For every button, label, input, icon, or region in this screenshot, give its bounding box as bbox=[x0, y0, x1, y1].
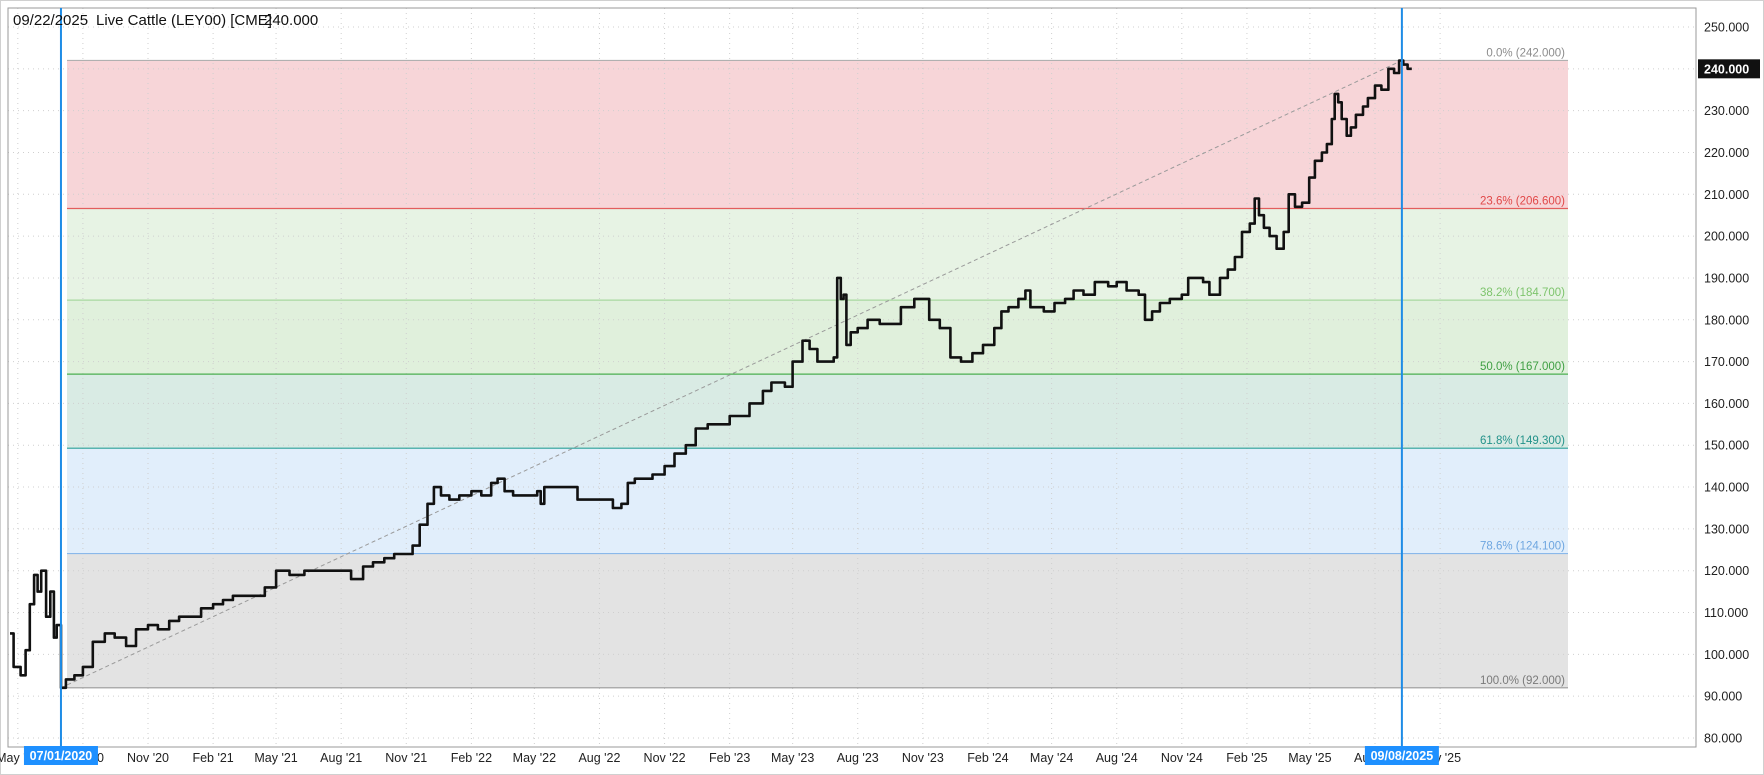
y-tick-label-10: 150.000 bbox=[1704, 439, 1749, 453]
fib-label-3: 50.0% (167.000) bbox=[1480, 361, 1565, 373]
fib-zone-0 bbox=[67, 60, 1568, 209]
y-tick-label-13: 120.000 bbox=[1704, 564, 1749, 578]
y-tick-label-5: 200.000 bbox=[1704, 230, 1749, 244]
x-tick-label-7: Feb '22 bbox=[451, 751, 492, 765]
y-tick-label-15: 100.000 bbox=[1704, 648, 1749, 662]
last-price-label: 240.000 bbox=[1704, 62, 1749, 76]
x-tick-label-8: May '22 bbox=[513, 751, 556, 765]
y-tick-label-8: 170.000 bbox=[1704, 355, 1749, 369]
y-tick-label-0: 250.000 bbox=[1704, 21, 1749, 35]
x-tick-label-15: Feb '24 bbox=[967, 751, 1008, 765]
fib-label-5: 78.6% (124.100) bbox=[1480, 541, 1565, 553]
header-symbol: Live Cattle (LEY00) [CME] bbox=[96, 12, 272, 29]
header-date: 09/22/2025 bbox=[13, 12, 88, 29]
x-tick-label-20: May '25 bbox=[1288, 751, 1331, 765]
x-tick-label-14: Nov '23 bbox=[902, 751, 944, 765]
header-last-value: 240.000 bbox=[264, 12, 318, 29]
x-tick-label-17: Aug '24 bbox=[1096, 751, 1138, 765]
live-cattle-chart[interactable]: 0.0% (242.000) 23.6% (206.600) 38.2% (184.… bbox=[0, 0, 1764, 775]
fib-zone-2 bbox=[67, 300, 1568, 375]
x-tick-label-4: May '21 bbox=[254, 751, 297, 765]
fib-label-4: 61.8% (149.300) bbox=[1480, 435, 1565, 447]
fib-label-0: 0.0% (242.000) bbox=[1486, 47, 1565, 59]
x-tick-label-19: Feb '25 bbox=[1226, 751, 1267, 765]
y-tick-label-2: 230.000 bbox=[1704, 104, 1749, 118]
y-tick-label-11: 140.000 bbox=[1704, 481, 1749, 495]
x-tick-label-3: Feb '21 bbox=[192, 751, 233, 765]
x-tick-label-6: Nov '21 bbox=[385, 751, 427, 765]
y-tick-label-6: 190.000 bbox=[1704, 271, 1749, 285]
x-tick-label-13: Aug '23 bbox=[837, 751, 879, 765]
fib-anchor-label-0[interactable]: 07/01/2020 bbox=[30, 749, 93, 763]
y-tick-label-3: 220.000 bbox=[1704, 146, 1749, 160]
fib-label-1: 23.6% (206.600) bbox=[1480, 196, 1565, 208]
y-tick-label-17: 80.000 bbox=[1704, 732, 1742, 746]
y-tick-label-9: 160.000 bbox=[1704, 397, 1749, 411]
y-tick-label-16: 90.000 bbox=[1704, 690, 1742, 704]
x-tick-label-5: Aug '21 bbox=[320, 751, 362, 765]
y-tick-label-14: 110.000 bbox=[1704, 606, 1748, 620]
fib-zone-4 bbox=[67, 448, 1568, 554]
x-tick-label-12: May '23 bbox=[771, 751, 814, 765]
fib-zone-3 bbox=[67, 374, 1568, 449]
x-tick-label-18: Nov '24 bbox=[1161, 751, 1203, 765]
last-price: 240.000 bbox=[1698, 59, 1760, 79]
fib-label-2: 38.2% (184.700) bbox=[1480, 287, 1565, 299]
chart-container[interactable]: 0.0% (242.000) 23.6% (206.600) 38.2% (184.… bbox=[0, 0, 1764, 775]
x-tick-label-9: Aug '22 bbox=[578, 751, 620, 765]
fib-label-6: 100.0% (92.000) bbox=[1480, 675, 1565, 687]
x-tick-label-11: Feb '23 bbox=[709, 751, 750, 765]
x-tick-label-10: Nov '22 bbox=[644, 751, 686, 765]
x-axis: May '20Aug '20Nov '20Feb '21May '21Aug '… bbox=[0, 751, 1461, 765]
y-tick-label-12: 130.000 bbox=[1704, 522, 1749, 536]
x-tick-label-2: Nov '20 bbox=[127, 751, 169, 765]
x-tick-label-16: May '24 bbox=[1030, 751, 1073, 765]
y-tick-label-4: 210.000 bbox=[1704, 188, 1749, 202]
fib-anchor-label-1[interactable]: 09/08/2025 bbox=[1371, 749, 1434, 763]
fib-zone-1 bbox=[67, 208, 1568, 301]
y-tick-label-7: 180.000 bbox=[1704, 313, 1749, 327]
